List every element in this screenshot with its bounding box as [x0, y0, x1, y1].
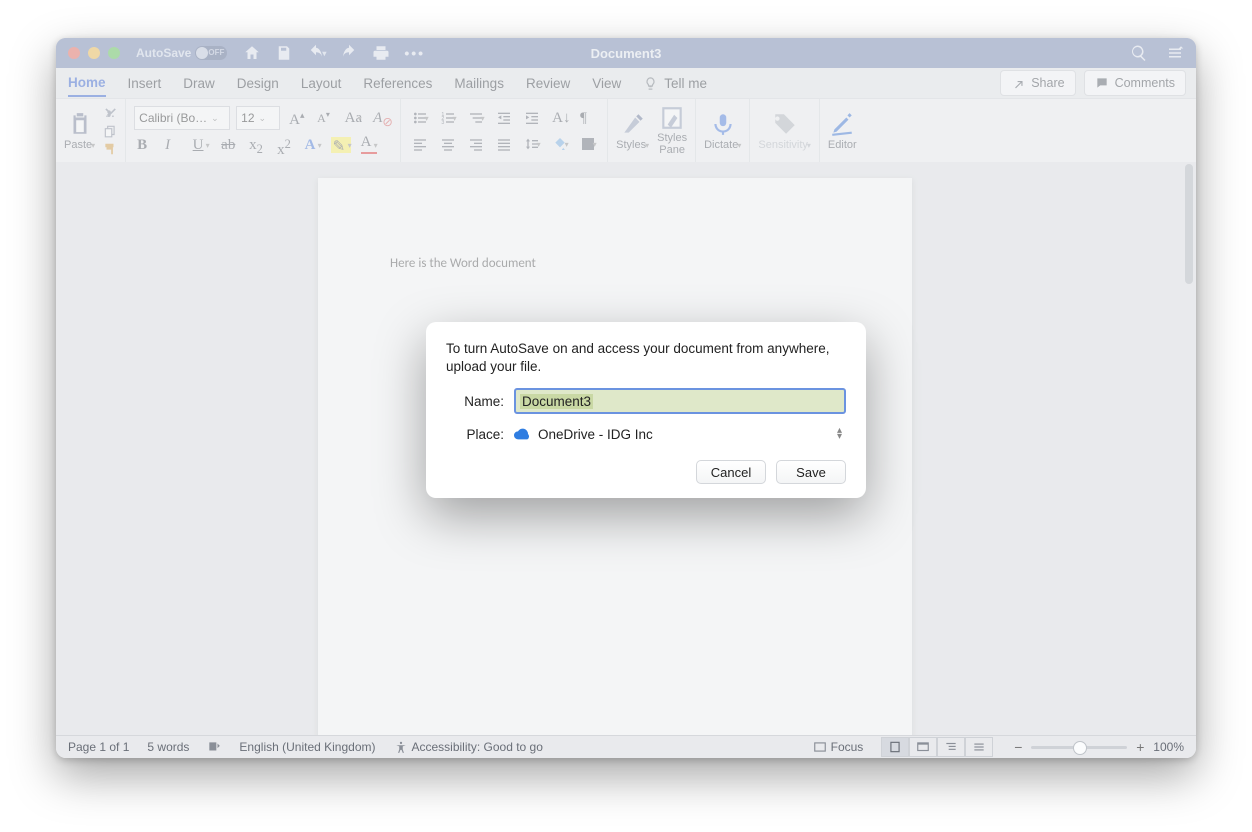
outline-view[interactable] [937, 737, 965, 757]
name-input[interactable]: Document3 [514, 388, 846, 414]
page-indicator[interactable]: Page 1 of 1 [68, 740, 129, 754]
spellcheck-icon[interactable] [207, 740, 221, 754]
zoom-in-button[interactable]: + [1133, 739, 1147, 755]
onedrive-icon [514, 428, 530, 440]
accessibility-indicator[interactable]: Accessibility: Good to go [394, 740, 543, 754]
zoom-thumb[interactable] [1073, 741, 1087, 755]
status-bar: Page 1 of 1 5 words English (United King… [56, 735, 1196, 758]
autosave-dialog: To turn AutoSave on and access your docu… [426, 322, 866, 498]
web-layout-view[interactable] [909, 737, 937, 757]
word-count[interactable]: 5 words [147, 740, 189, 754]
zoom-level[interactable]: 100% [1153, 740, 1184, 754]
draft-view[interactable] [965, 737, 993, 757]
app-window: AutoSave OFF ▾ ••• Document3 Home Insert… [56, 38, 1196, 758]
person-icon [394, 740, 408, 754]
place-select[interactable]: OneDrive - IDG Inc ▴▾ [514, 422, 846, 446]
cancel-button[interactable]: Cancel [696, 460, 766, 484]
view-buttons [881, 737, 993, 757]
language-indicator[interactable]: English (United Kingdom) [239, 740, 375, 754]
focus-mode[interactable]: Focus [813, 740, 864, 754]
dialog-message: To turn AutoSave on and access your docu… [446, 340, 846, 376]
updown-icon: ▴▾ [837, 428, 842, 440]
save-button[interactable]: Save [776, 460, 846, 484]
focus-icon [813, 740, 827, 754]
place-label: Place: [446, 427, 504, 442]
print-layout-view[interactable] [881, 737, 909, 757]
zoom-slider[interactable] [1031, 746, 1127, 749]
zoom-out-button[interactable]: − [1011, 739, 1025, 755]
name-label: Name: [446, 394, 504, 409]
zoom-control: − + 100% [1011, 739, 1184, 755]
